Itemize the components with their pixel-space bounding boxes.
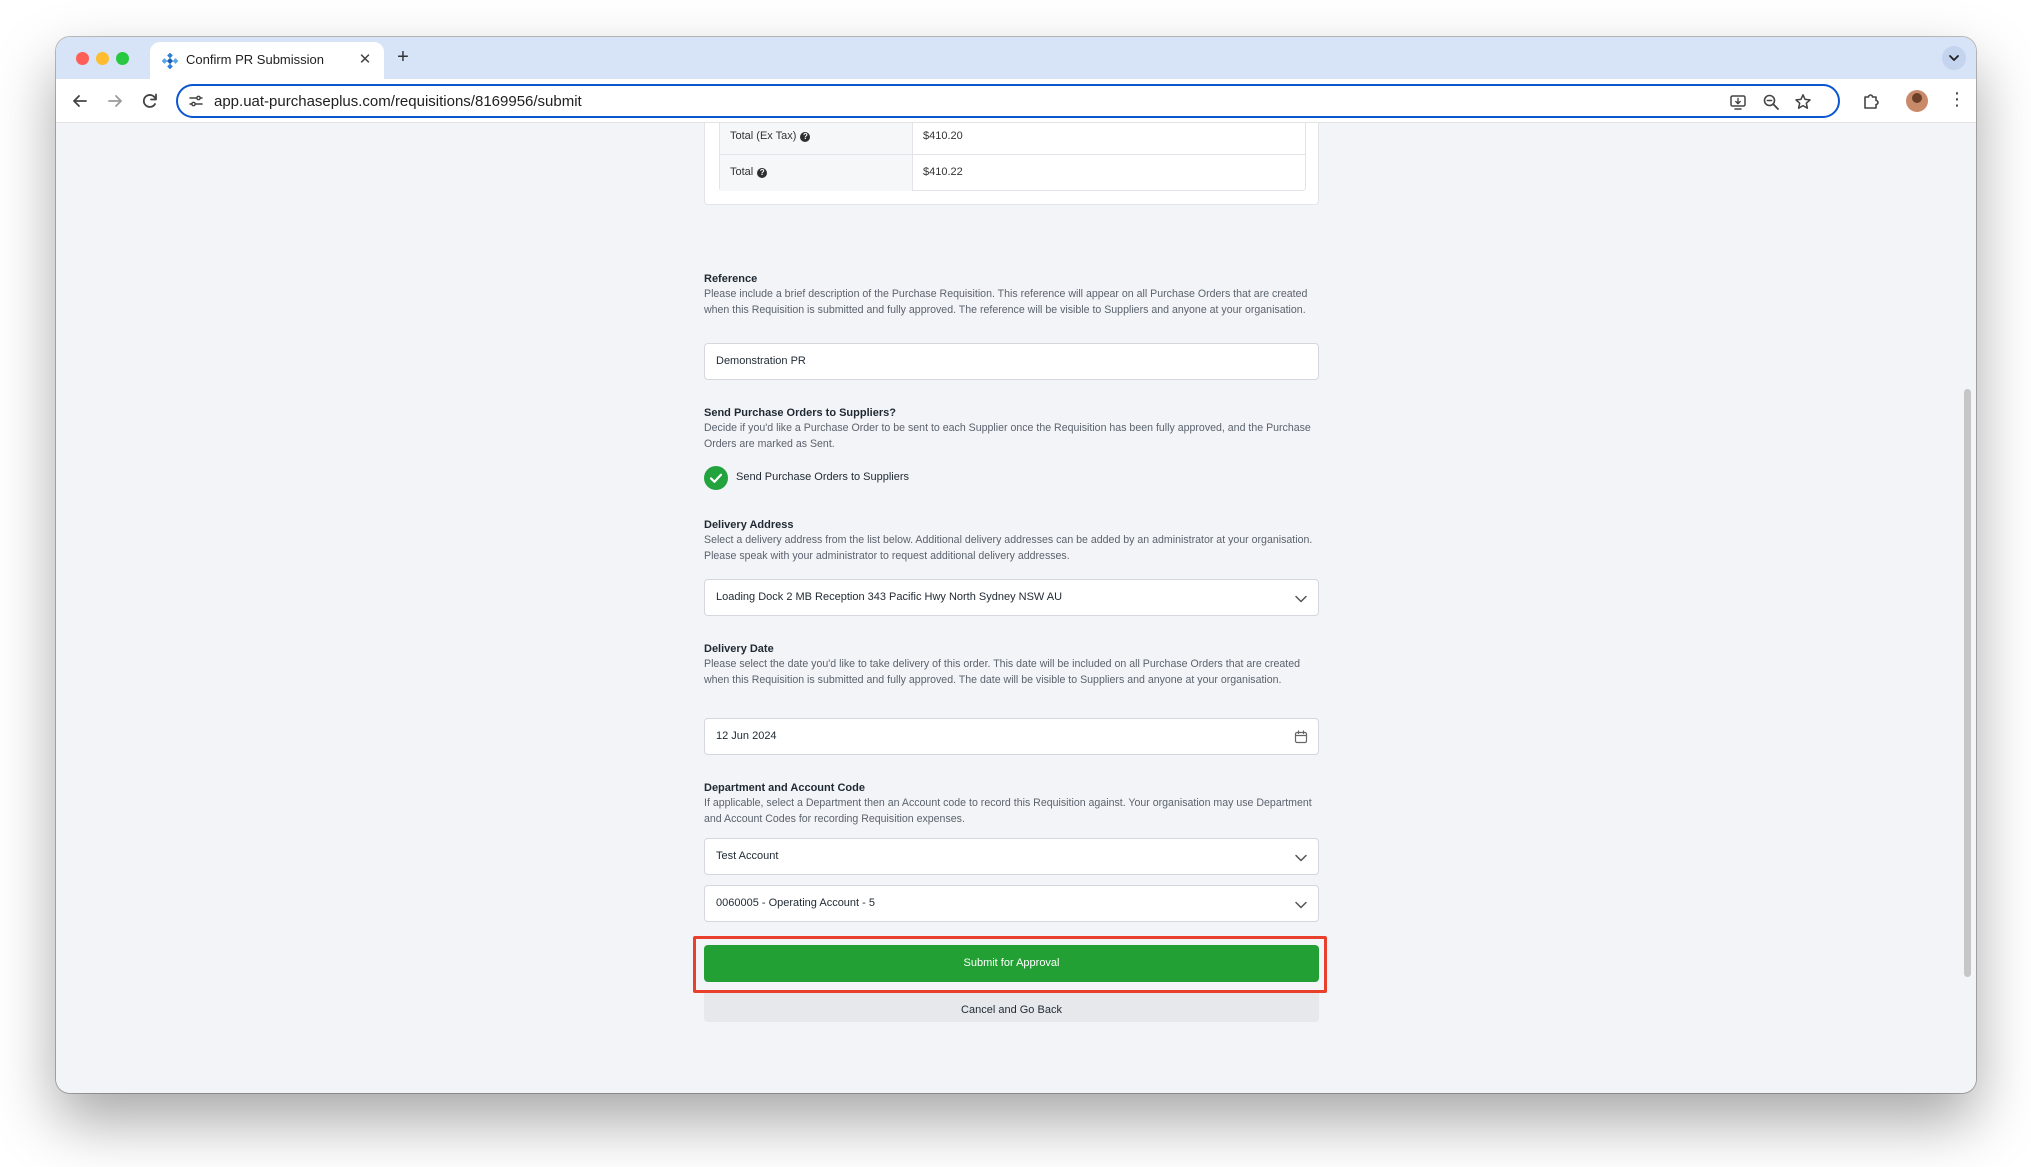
bookmark-star-icon[interactable] — [1794, 93, 1812, 111]
cancel-button-label: Cancel and Go Back — [961, 1004, 1062, 1016]
reference-section: Reference Please include a brief descrip… — [704, 273, 1319, 318]
send-po-checkbox[interactable] — [704, 466, 728, 490]
install-app-icon[interactable] — [1729, 93, 1747, 111]
page-content: Total (Ex Tax)? $410.20 Total? $410.22 R… — [56, 123, 1976, 1093]
browser-toolbar: app.uat-purchaseplus.com/requisitions/81… — [56, 79, 1976, 123]
browser-window: Confirm PR Submission ✕ + app.uat-purcha… — [56, 37, 1976, 1093]
profile-avatar[interactable] — [1906, 90, 1928, 112]
help-question-icon[interactable]: ? — [800, 132, 811, 142]
reference-value: Demonstration PR — [716, 355, 806, 367]
tab-search-dropdown[interactable] — [1942, 46, 1966, 70]
submit-button-highlight-box — [693, 936, 1327, 993]
close-window-button[interactable] — [76, 52, 89, 65]
department-title: Department and Account Code — [704, 782, 865, 794]
reference-help-text: Please include a brief description of th… — [704, 288, 1308, 316]
cancel-and-go-back-button[interactable]: Cancel and Go Back — [704, 992, 1319, 1022]
department-help-text: If applicable, select a Department then … — [704, 797, 1312, 825]
chevron-down-icon — [1295, 595, 1307, 603]
reference-input[interactable]: Demonstration PR — [704, 343, 1319, 380]
account-code-value: 0060005 - Operating Account - 5 — [716, 897, 875, 909]
back-arrow-icon[interactable] — [70, 91, 90, 111]
table-row: Total? $410.22 — [720, 155, 1305, 191]
reload-icon[interactable] — [140, 91, 160, 111]
chevron-down-icon — [1295, 854, 1307, 862]
extensions-puzzle-icon[interactable] — [1861, 91, 1881, 111]
delivery-address-value: Loading Dock 2 MB Reception 343 Pacific … — [716, 591, 1063, 603]
send-po-checkbox-label[interactable]: Send Purchase Orders to Suppliers — [736, 471, 909, 483]
url-text: app.uat-purchaseplus.com/requisitions/81… — [214, 93, 582, 110]
browser-tab-active[interactable]: Confirm PR Submission ✕ — [150, 42, 384, 79]
summary-label: Total? — [720, 155, 913, 191]
send-po-title: Send Purchase Orders to Suppliers? — [704, 407, 896, 419]
department-section: Department and Account Code If applicabl… — [704, 782, 1319, 827]
totals-table: Total (Ex Tax)? $410.20 Total? $410.22 — [719, 123, 1306, 191]
delivery-date-section: Delivery Date Please select the date you… — [704, 643, 1319, 688]
more-options-icon[interactable]: ⋮ — [1948, 89, 1966, 110]
reference-title: Reference — [704, 273, 758, 285]
zoom-icon[interactable] — [1762, 93, 1780, 111]
account-code-select[interactable]: 0060005 - Operating Account - 5 — [704, 885, 1319, 922]
delivery-address-help-text: Select a delivery address from the list … — [704, 534, 1313, 562]
page-scrollbar[interactable] — [1964, 389, 1971, 977]
total-label: Total — [730, 166, 754, 178]
total-ex-tax-label: Total (Ex Tax) — [730, 130, 797, 142]
chevron-down-icon — [1949, 55, 1959, 61]
tab-title: Confirm PR Submission — [186, 52, 324, 67]
tab-strip: Confirm PR Submission ✕ + — [56, 37, 1976, 79]
send-po-help-text: Decide if you'd like a Purchase Order to… — [704, 422, 1311, 450]
help-question-icon[interactable]: ? — [757, 168, 768, 178]
checkmark-icon — [709, 473, 723, 483]
forward-arrow-icon[interactable] — [105, 91, 125, 111]
purchaseplus-favicon-icon — [162, 53, 178, 69]
tab-close-icon[interactable]: ✕ — [356, 50, 374, 68]
delivery-date-value: 12 Jun 2024 — [716, 730, 777, 742]
calendar-icon[interactable] — [1294, 730, 1308, 744]
department-value: Test Account — [716, 850, 779, 862]
address-bar[interactable]: app.uat-purchaseplus.com/requisitions/81… — [176, 84, 1840, 118]
total-ex-tax-value: $410.20 — [923, 130, 963, 142]
table-row: Total (Ex Tax)? $410.20 — [720, 123, 1305, 155]
chevron-down-icon — [1295, 901, 1307, 909]
delivery-address-title: Delivery Address — [704, 519, 794, 531]
delivery-address-section: Delivery Address Select a delivery addre… — [704, 519, 1319, 564]
site-settings-icon[interactable] — [188, 93, 204, 109]
new-tab-plus-icon[interactable]: + — [392, 45, 414, 69]
delivery-address-select[interactable]: Loading Dock 2 MB Reception 343 Pacific … — [704, 579, 1319, 616]
total-value: $410.22 — [923, 166, 963, 178]
delivery-date-input[interactable]: 12 Jun 2024 — [704, 718, 1319, 755]
summary-label: Total (Ex Tax)? — [720, 123, 913, 155]
delivery-date-title: Delivery Date — [704, 643, 774, 655]
minimize-window-button[interactable] — [96, 52, 109, 65]
delivery-date-help-text: Please select the date you'd like to tak… — [704, 658, 1300, 686]
send-po-section: Send Purchase Orders to Suppliers? Decid… — [704, 407, 1319, 452]
maximize-window-button[interactable] — [116, 52, 129, 65]
totals-summary-card: Total (Ex Tax)? $410.20 Total? $410.22 — [704, 123, 1319, 205]
department-select[interactable]: Test Account — [704, 838, 1319, 875]
